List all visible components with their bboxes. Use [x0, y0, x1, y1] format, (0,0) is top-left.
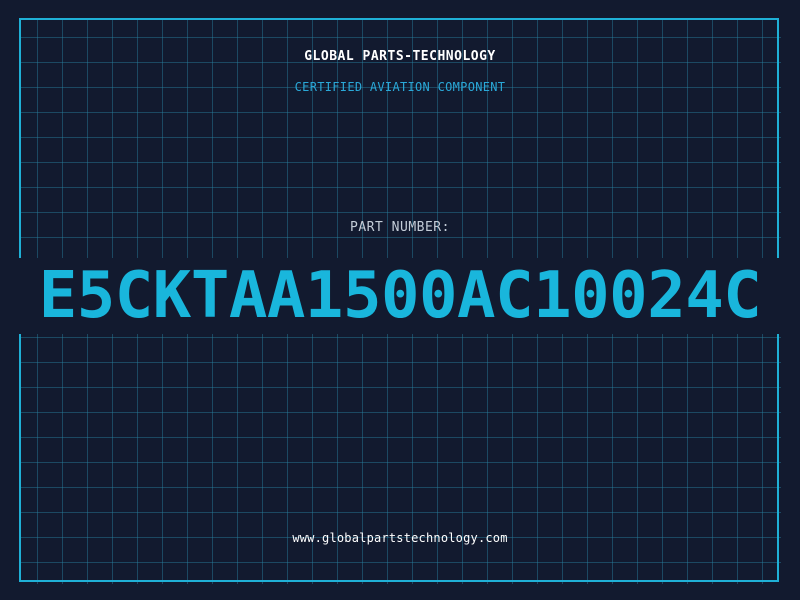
label-canvas: GLOBAL PARTS-TECHNOLOGY CERTIFIED AVIATI…	[0, 0, 800, 600]
part-number-value: E5CKTAA1500AC10024C	[0, 258, 800, 334]
part-number-label: PART NUMBER:	[350, 220, 450, 235]
part-number-band: E5CKTAA1500AC10024C	[0, 258, 800, 334]
company-tagline: CERTIFIED AVIATION COMPONENT	[294, 80, 506, 94]
frame-margin-top	[0, 0, 800, 18]
website-url: www.globalpartstechnology.com	[292, 531, 508, 545]
part-number-text: E5CKTAA1500AC10024C	[38, 259, 762, 333]
company-name: GLOBAL PARTS-TECHNOLOGY	[304, 49, 496, 64]
frame-margin-bottom	[0, 584, 800, 600]
